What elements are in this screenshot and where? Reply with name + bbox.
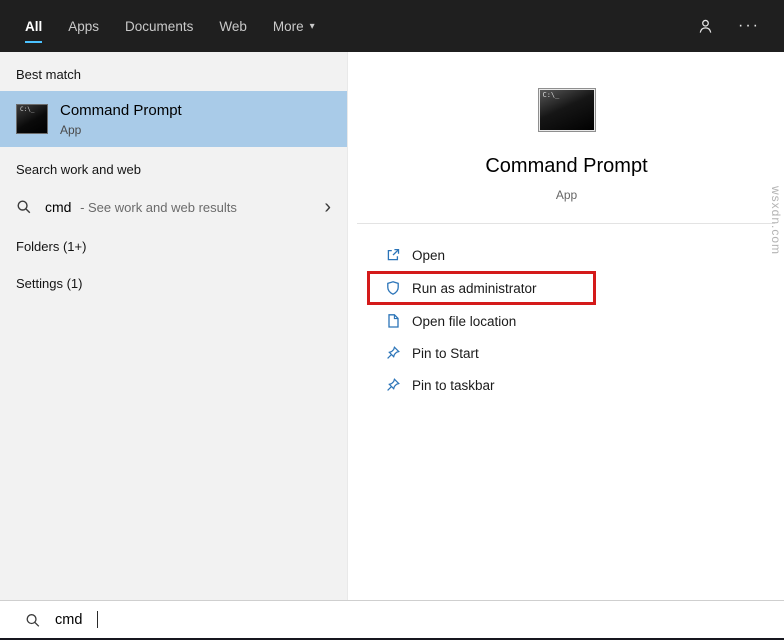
tab-more-label: More (272, 18, 304, 34)
search-web-header: Search work and web (16, 162, 142, 177)
action-list: Open Run as administrator Open file loca… (349, 239, 784, 401)
tab-more[interactable]: More ▾ (260, 0, 328, 52)
tab-documents[interactable]: Documents (112, 0, 206, 52)
best-match-header: Best match (16, 67, 82, 82)
text-caret (97, 611, 99, 628)
app-subtitle: App (555, 188, 578, 202)
preview-panel: C:\_ Command Prompt App Open Run as admi (349, 52, 784, 600)
tab-apps[interactable]: Apps (55, 0, 112, 52)
tab-apps-label: Apps (68, 18, 100, 34)
pin-icon (385, 377, 401, 393)
shield-icon (385, 280, 401, 296)
best-match-subtitle: App (60, 122, 82, 137)
action-label: Run as administrator (412, 280, 537, 296)
divider (357, 223, 775, 224)
search-input[interactable]: cmd (55, 612, 82, 628)
tab-web[interactable]: Web (206, 0, 260, 52)
search-icon (16, 199, 32, 215)
action-pin-to-start[interactable]: Pin to Start (349, 337, 784, 369)
tab-all-label: All (25, 18, 43, 34)
web-search-suffix: - See work and web results (76, 199, 237, 215)
best-match-item[interactable]: C:\_ Command Prompt App (0, 91, 347, 147)
more-options-icon[interactable]: ··· (738, 18, 760, 34)
search-box[interactable]: cmd (0, 600, 784, 640)
tab-all[interactable]: All (12, 0, 55, 52)
action-open[interactable]: Open (349, 239, 784, 271)
search-results-panel: Best match C:\_ Command Prompt App Searc… (0, 52, 348, 600)
app-hero: C:\_ Command Prompt App (349, 52, 784, 202)
action-pin-to-taskbar[interactable]: Pin to taskbar (349, 369, 784, 401)
command-prompt-icon-large: C:\_ (537, 88, 596, 132)
user-icon[interactable] (697, 18, 714, 35)
open-icon (385, 247, 401, 263)
web-search-item[interactable]: cmd - See work and web results › (0, 186, 347, 228)
settings-group[interactable]: Settings (1) (0, 265, 347, 302)
action-label: Open (412, 247, 446, 263)
chevron-down-icon: ▾ (309, 20, 315, 32)
web-search-query: cmd (45, 199, 72, 215)
search-tabs-bar: All Apps Documents Web More ▾ ··· (0, 0, 784, 52)
file-location-icon (385, 313, 401, 329)
action-open-file-location[interactable]: Open file location (349, 305, 784, 337)
action-run-as-administrator[interactable]: Run as administrator (367, 271, 596, 305)
chevron-right-icon[interactable]: › (324, 197, 331, 217)
best-match-title: Command Prompt (60, 101, 182, 119)
best-match-text: Command Prompt App (60, 102, 182, 137)
topbar-actions: ··· (697, 0, 784, 52)
folders-group[interactable]: Folders (1+) (0, 228, 347, 265)
tab-list: All Apps Documents Web More ▾ (12, 0, 328, 52)
action-label: Pin to Start (412, 345, 479, 361)
action-label: Pin to taskbar (412, 377, 495, 393)
tab-documents-label: Documents (125, 18, 194, 34)
command-prompt-icon: C:\_ (16, 104, 48, 134)
action-label: Open file location (412, 313, 517, 329)
search-icon (25, 612, 41, 628)
app-title: Command Prompt (485, 155, 648, 177)
watermark: wsxdn.com (769, 186, 783, 256)
tab-web-label: Web (219, 18, 247, 34)
pin-icon (385, 345, 401, 361)
